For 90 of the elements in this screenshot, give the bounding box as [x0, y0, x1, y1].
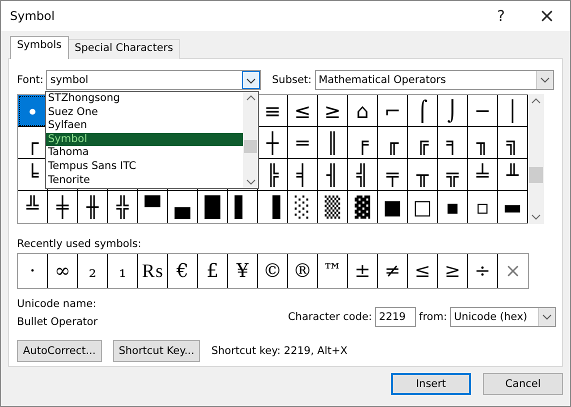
recent-symbol-cell[interactable]: ×: [498, 254, 528, 288]
symbol-cell[interactable]: ■: [378, 191, 408, 223]
dialog-button[interactable]: Shortcut Key...: [112, 340, 200, 362]
symbol-cell[interactable]: ░: [288, 191, 318, 223]
symbol-cell[interactable]: ╤: [378, 159, 408, 191]
recent-symbol-cell[interactable]: ≤: [408, 254, 438, 288]
recent-symbol-cell[interactable]: ≥: [438, 254, 468, 288]
symbol-cell[interactable]: ▄: [168, 191, 198, 223]
symbol-cell[interactable]: ╬: [108, 191, 138, 223]
symbol-cell[interactable]: ╢: [318, 159, 348, 191]
symbol-cell[interactable]: ╖: [468, 127, 498, 159]
shortcut-key-text: Shortcut key: 2219, Alt+X: [211, 345, 348, 357]
character-code-field[interactable]: 2219: [375, 307, 416, 327]
recent-symbol-cell[interactable]: £: [198, 254, 228, 288]
from-label: from:: [419, 311, 447, 323]
dialog-button[interactable]: Cancel: [483, 373, 563, 395]
character-code-label: Character code:: [288, 311, 372, 323]
recent-symbol-cell[interactable]: ∞: [48, 254, 78, 288]
symbol-cell[interactable]: ╣: [348, 159, 378, 191]
symbol-cell[interactable]: ╡: [288, 159, 318, 191]
font-option[interactable]: Suez One: [46, 106, 243, 120]
recent-symbol-cell[interactable]: ₨: [138, 254, 168, 288]
symbol-cell[interactable]: ▀: [138, 191, 168, 223]
font-option[interactable]: Tenorite: [46, 174, 243, 188]
symbol-cell[interactable]: ▐: [258, 191, 288, 223]
symbol-cell[interactable]: ∙: [18, 95, 48, 127]
symbol-cell[interactable]: ╔: [408, 127, 438, 159]
close-button[interactable]: ×: [524, 5, 570, 27]
symbol-cell[interactable]: ▓: [348, 191, 378, 223]
help-button[interactable]: ?: [478, 7, 524, 25]
from-combo[interactable]: Unicode (hex): [450, 307, 556, 327]
font-option[interactable]: Tahoma: [46, 146, 243, 160]
recent-symbol-cell[interactable]: ÷: [468, 254, 498, 288]
font-combo[interactable]: symbol: [46, 70, 261, 90]
symbol-cell[interactable]: ≤: [288, 95, 318, 127]
symbol-cell[interactable]: ╫: [78, 191, 108, 223]
chevron-down-icon[interactable]: [536, 71, 553, 89]
chevron-down-icon[interactable]: [538, 308, 555, 326]
symbol-cell[interactable]: ⌡: [438, 95, 468, 127]
symbol-cell[interactable]: ╪: [48, 191, 78, 223]
dialog-button[interactable]: AutoCorrect...: [17, 340, 102, 362]
scrollbar-thumb[interactable]: [244, 140, 257, 153]
font-option[interactable]: Symbol: [46, 132, 243, 146]
scrollbar[interactable]: [528, 94, 544, 224]
symbol-cell[interactable]: ⌠: [408, 95, 438, 127]
recent-symbol-cell[interactable]: ₁: [108, 254, 138, 288]
symbol-cell[interactable]: ▫: [468, 191, 498, 223]
symbol-cell[interactable]: ╒: [348, 127, 378, 159]
unicode-name-label: Unicode name:: [17, 298, 98, 312]
recent-symbol-cell[interactable]: ®: [288, 254, 318, 288]
recent-symbol-cell[interactable]: ≠: [378, 254, 408, 288]
font-label: Font:: [17, 74, 44, 86]
symbol-cell[interactable]: ⌂: [348, 95, 378, 127]
symbol-cell[interactable]: ▒: [318, 191, 348, 223]
symbol-cell[interactable]: █: [198, 191, 228, 223]
symbol-cell[interactable]: □: [408, 191, 438, 223]
tab[interactable]: Special Characters: [68, 39, 180, 59]
recent-symbol-cell[interactable]: €: [168, 254, 198, 288]
recent-symbol-cell[interactable]: ·: [18, 254, 48, 288]
font-option[interactable]: Sylfaen: [46, 119, 243, 133]
recent-symbol-cell[interactable]: ±: [348, 254, 378, 288]
dialog-button[interactable]: Insert: [391, 373, 471, 395]
symbol-cell[interactable]: ╧: [468, 159, 498, 191]
font-option[interactable]: STZhongsong: [46, 92, 243, 106]
symbol-cell[interactable]: ╕: [438, 127, 468, 159]
symbol-cell[interactable]: ▌: [228, 191, 258, 223]
window-title: Symbol: [9, 9, 56, 23]
symbol-cell[interactable]: ╩: [18, 191, 48, 223]
scrollbar-thumb[interactable]: [529, 167, 543, 184]
font-option[interactable]: Tempus Sans ITC: [46, 160, 243, 174]
symbol-cell[interactable]: ≥: [318, 95, 348, 127]
symbol-cell[interactable]: ⌐: [378, 95, 408, 127]
recent-symbols-label: Recently used symbols:: [17, 238, 142, 250]
symbol-cell[interactable]: ═: [288, 127, 318, 159]
tab[interactable]: Symbols: [10, 36, 69, 59]
scrollbar[interactable]: [243, 92, 258, 188]
subset-combo[interactable]: Mathematical Operators: [314, 70, 554, 90]
chevron-down-icon[interactable]: [242, 71, 260, 89]
symbol-cell[interactable]: ║: [318, 127, 348, 159]
unicode-name-value: Bullet Operator: [17, 316, 98, 330]
subset-label: Subset:: [272, 74, 312, 86]
recent-symbol-cell[interactable]: ©: [258, 254, 288, 288]
symbol-cell[interactable]: ╓: [378, 127, 408, 159]
symbol-cell[interactable]: ╦: [438, 159, 468, 191]
symbol-cell[interactable]: ─: [468, 95, 498, 127]
symbol-cell[interactable]: ▪: [438, 191, 468, 223]
recent-symbol-cell[interactable]: ™: [318, 254, 348, 288]
recent-symbol-cell[interactable]: ₂: [78, 254, 108, 288]
symbol-cell[interactable]: ╥: [408, 159, 438, 191]
recent-symbol-cell[interactable]: ¥: [228, 254, 258, 288]
